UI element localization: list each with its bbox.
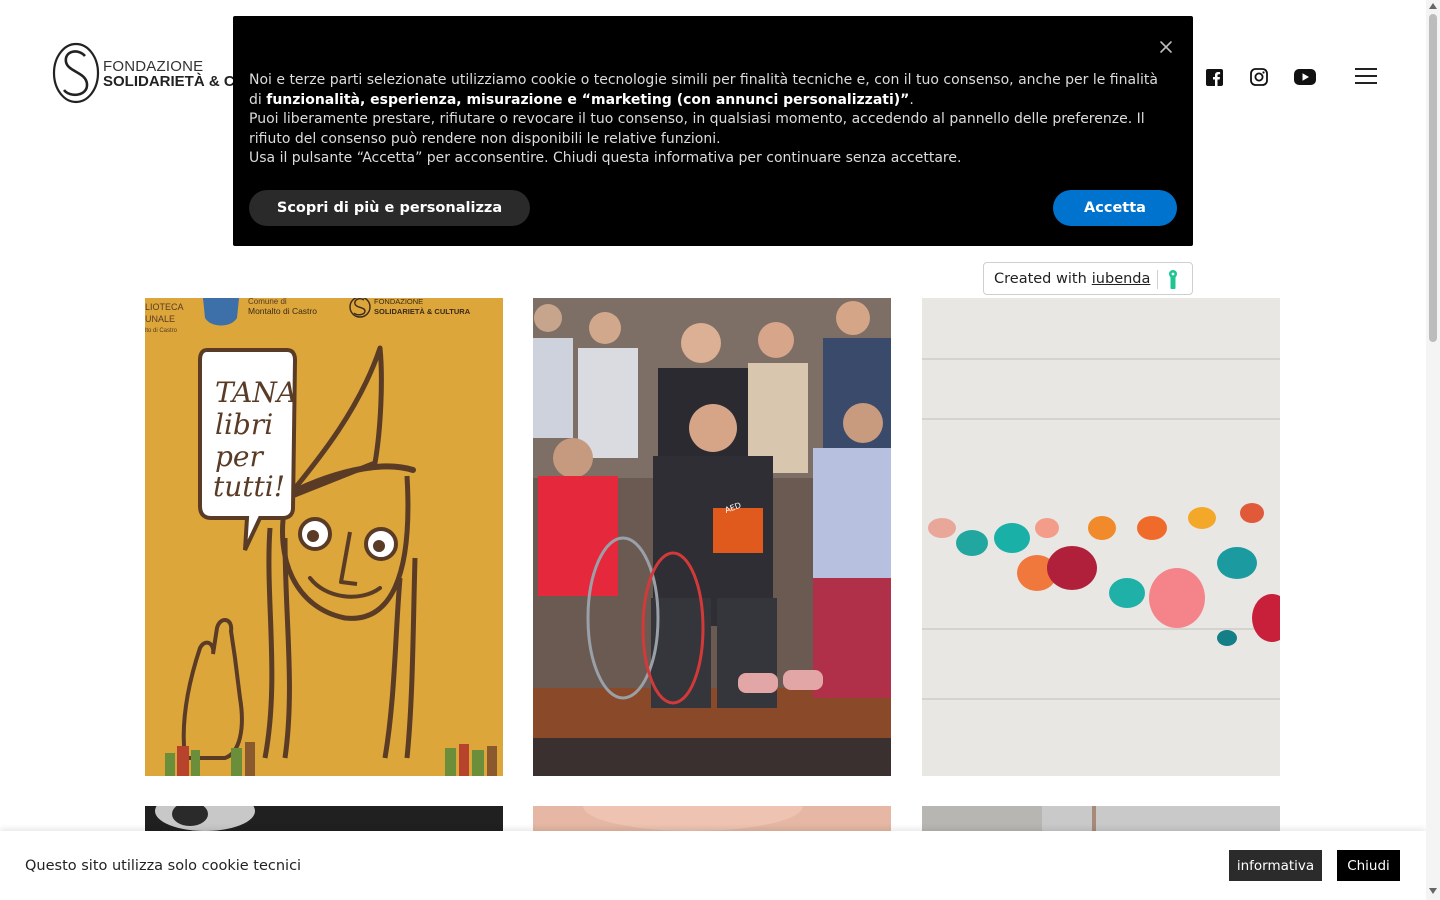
facebook-icon[interactable] (1203, 66, 1225, 88)
iubenda-divider (1157, 270, 1158, 289)
cookie-consent-banner: Noi e terze parti selezionate utilizziam… (233, 16, 1193, 246)
poster-header-fondazione-1: FONDAZIONE (374, 298, 423, 306)
post-card-row2-3[interactable] (922, 806, 1280, 831)
iubenda-created-with: Created with (994, 270, 1087, 287)
cookie-text-bold: funzionalità, esperienza, misurazione e … (266, 91, 910, 108)
cookie-consent-text: Noi e terze parti selezionate utilizziam… (249, 71, 1159, 169)
poster-text-4: tutti! (213, 470, 285, 503)
poster-text-3: per (215, 440, 264, 473)
poster-text-1: TANA (215, 376, 297, 409)
instagram-icon[interactable] (1248, 66, 1270, 88)
cookie-text-part-4: Usa il pulsante “Accetta” per acconsenti… (249, 150, 962, 166)
colorful-hands-image (922, 298, 1280, 776)
poster-text-2: libri (215, 408, 273, 441)
poster-header-library-1: LIOTECA (145, 302, 184, 312)
post-card-tana-libri[interactable]: LIOTECA UNALE lto di Castro Comune di Mo… (145, 298, 503, 776)
cookie-text-part-3: Puoi liberamente prestare, rifiutare o r… (249, 111, 1145, 147)
technical-cookies-text: Questo sito utilizza solo cookie tecnici (25, 858, 302, 874)
iubenda-link[interactable]: iubenda (1092, 271, 1151, 287)
tana-libri-poster-image: LIOTECA UNALE lto di Castro Comune di Mo… (145, 298, 503, 776)
technical-cookies-bar: Questo sito utilizza solo cookie tecnici… (0, 831, 1426, 900)
poster-header-comune-1: Comune di (248, 298, 287, 306)
poster-header-fondazione-2: SOLIDARIETÀ & CULTURA (374, 307, 471, 316)
site-logo[interactable]: FONDAZIONE SOLIDARIETÀ & CULTURA (52, 42, 295, 104)
logo-mark-icon (52, 42, 100, 104)
post-image-row2-2 (583, 806, 803, 831)
post-image-row2-1 (155, 806, 255, 831)
post-card-row2-1[interactable] (145, 806, 503, 831)
poster-header-comune-2: Montalto di Castro (248, 306, 317, 316)
iubenda-logo-icon (1168, 270, 1178, 293)
learn-more-customize-button[interactable]: Scopri di più e personalizza (249, 190, 530, 226)
iubenda-badge: Created with iubenda (983, 262, 1193, 295)
cookie-text-part-2: . (909, 91, 914, 108)
close-icon[interactable] (1157, 38, 1175, 56)
post-card-group-photo[interactable]: AED (533, 298, 891, 776)
poster-header-library-2: UNALE (145, 314, 175, 324)
scrollbar-thumb[interactable] (1429, 14, 1437, 342)
youtube-icon[interactable] (1294, 66, 1316, 88)
hamburger-menu-icon[interactable] (1355, 68, 1377, 86)
post-card-row2-2[interactable] (533, 806, 891, 831)
scroll-up-arrow-icon[interactable] (1429, 3, 1437, 9)
scroll-down-arrow-icon[interactable] (1429, 888, 1437, 894)
chiudi-button[interactable]: Chiudi (1337, 850, 1400, 881)
page-scrollbar[interactable] (1426, 0, 1440, 900)
post-image-row2-3 (922, 806, 1096, 831)
poster-header-library-3: lto di Castro (145, 328, 178, 334)
informativa-button[interactable]: informativa (1229, 850, 1322, 881)
group-photo-image: AED (533, 298, 891, 776)
post-card-colorful-hands[interactable] (922, 298, 1280, 776)
accept-button[interactable]: Accetta (1053, 190, 1177, 226)
